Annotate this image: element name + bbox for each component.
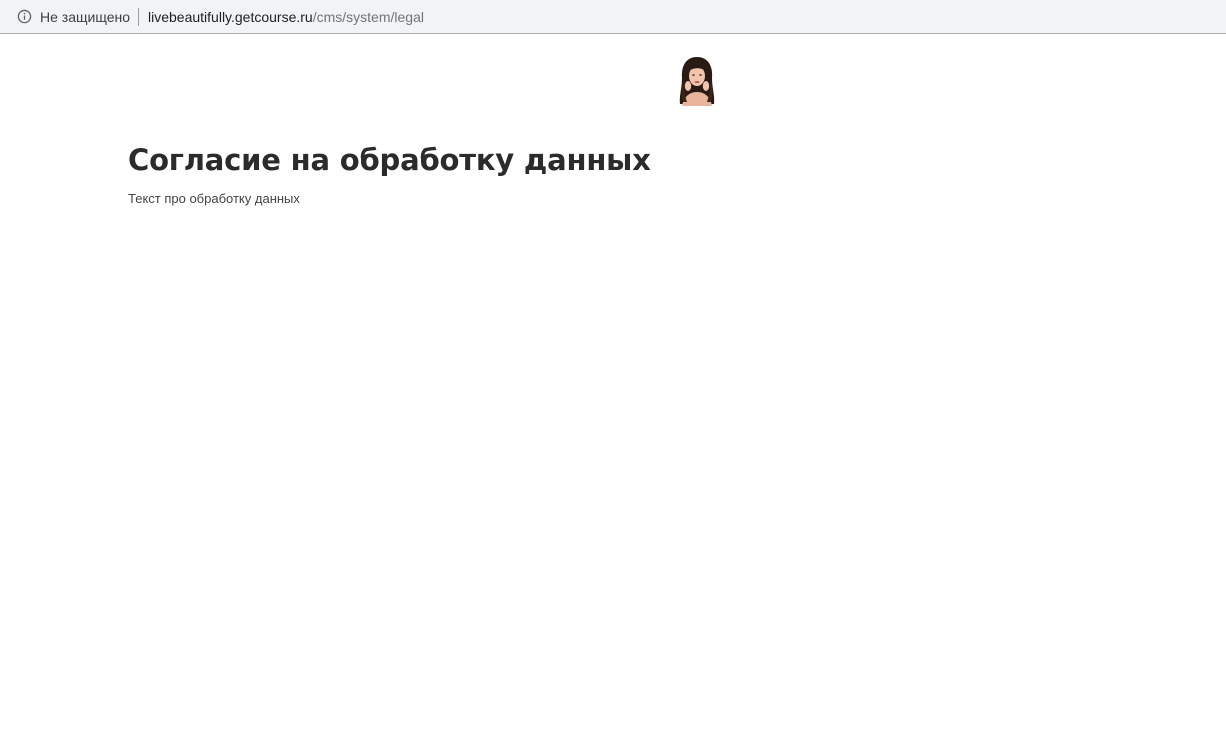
url-field[interactable]: livebeautifully.getcourse.ru/cms/system/… [148, 9, 424, 25]
page-body-text: Текст про обработку данных [128, 191, 300, 206]
browser-address-bar: Не защищено livebeautifully.getcourse.ru… [0, 0, 1226, 34]
page-content: Согласие на обработку данных Текст про о… [0, 35, 1226, 751]
page-title: Согласие на обработку данных [128, 143, 651, 177]
url-host: livebeautifully.getcourse.ru [148, 8, 313, 25]
url-path: /cms/system/legal [312, 8, 424, 25]
avatar-logo-icon[interactable] [676, 56, 718, 106]
security-status-label[interactable]: Не защищено [40, 9, 130, 25]
address-divider [138, 7, 139, 26]
info-icon[interactable] [16, 9, 32, 25]
